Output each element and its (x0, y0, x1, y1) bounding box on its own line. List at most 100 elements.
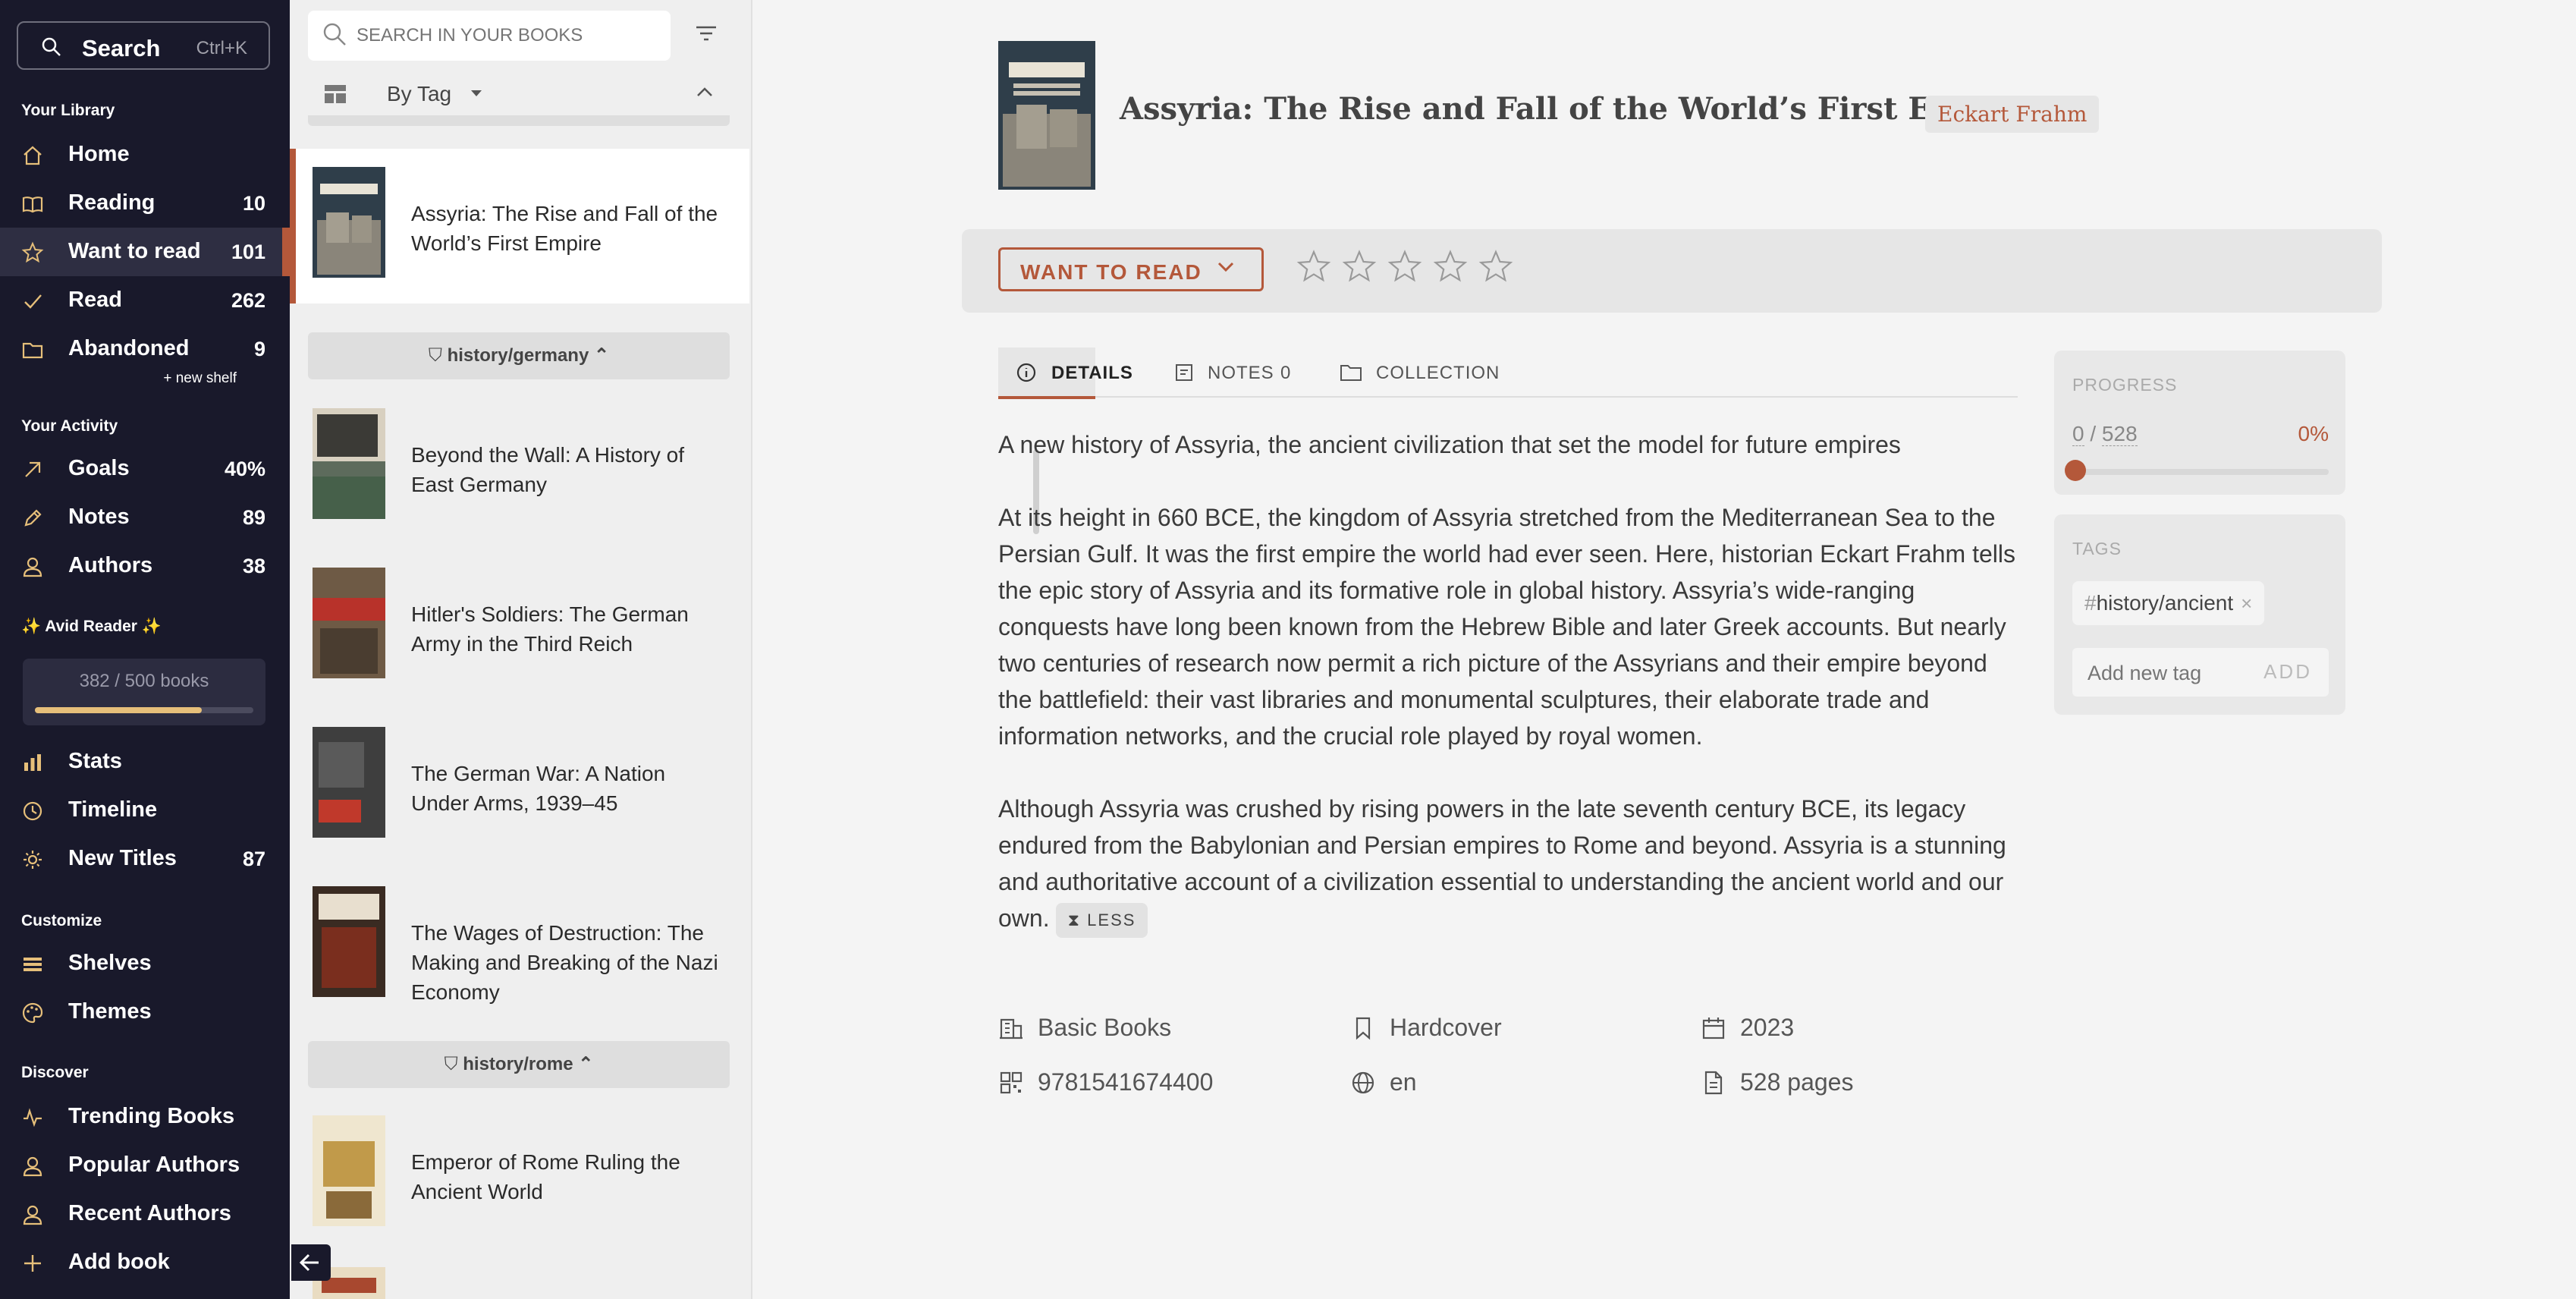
book-title-heading: Assyria: The Rise and Fall of the World’… (1120, 91, 2031, 127)
book-title: The German War: A Nation Under Arms, 193… (411, 762, 666, 815)
nav-item-trending-books[interactable]: Trending Books (0, 1093, 290, 1141)
star-icon (1342, 250, 1377, 282)
progress-value[interactable]: 0 / 528 (2072, 422, 2138, 446)
list-search-input[interactable] (355, 20, 661, 52)
layout-icon (325, 85, 346, 103)
group-header-history-rome[interactable]: ⛉︎ history/rome ⌃ (308, 1041, 730, 1088)
nav-item-timeline[interactable]: Timeline (0, 786, 290, 835)
goal-progress-fill (35, 707, 203, 713)
info-icon (1016, 363, 1036, 382)
bar-chart-icon (24, 754, 41, 771)
folder-icon (1340, 365, 1362, 381)
nav-label: Stats (68, 749, 122, 773)
pencil-icon (24, 509, 42, 527)
nav-label: Themes (68, 999, 152, 1024)
search-icon (323, 23, 346, 46)
progress-card: PROGRESS 0 / 528 0% (2054, 351, 2345, 495)
nav-label: Add book (68, 1250, 170, 1274)
group-header-history-germany[interactable]: ⛉︎ history/germany ⌃ (308, 332, 730, 379)
nav-item-read[interactable]: Read 262 (0, 276, 290, 325)
add-tag-button[interactable]: ADD (2263, 660, 2312, 684)
tab-details[interactable]: DETAILS (998, 348, 1132, 399)
progress-label: PROGRESS (2072, 375, 2178, 395)
group-name: history/germany (447, 345, 589, 366)
tag-chip[interactable]: #history/ancient × (2072, 581, 2265, 625)
book-list-panel: By Tag Assyria: The Rise and Fall of the… (290, 0, 1039, 1299)
new-tag-input[interactable] (2086, 657, 2256, 689)
nav-item-want-to-read[interactable]: Want to read 101 (0, 228, 290, 276)
author-badge[interactable]: Eckart Frahm (1925, 96, 2100, 133)
nav-count: 89 (242, 506, 265, 529)
list-item-selected[interactable]: Assyria: The Rise and Fall of the World’… (290, 149, 749, 304)
nav-item-new-titles[interactable]: New Titles 87 (0, 835, 290, 883)
nav-item-recent-authors[interactable]: Recent Authors (0, 1190, 290, 1238)
nav-item-stats[interactable]: Stats (0, 738, 290, 786)
nav-item-goals[interactable]: Goals 40% (0, 445, 290, 493)
nav-item-reading[interactable]: Reading 10 (0, 179, 290, 228)
list-item[interactable]: The German War: A Nation Under Arms, 193… (290, 709, 749, 863)
remove-tag-icon[interactable]: × (2241, 592, 2252, 615)
tab-notes[interactable]: NOTES 0 (1174, 348, 1311, 396)
nav-count: 9 (253, 338, 265, 360)
nav-label: Reading (68, 190, 156, 215)
progress-slider-handle[interactable] (2065, 460, 2086, 481)
nav-item-home[interactable]: Home (0, 131, 290, 179)
group-by-selector[interactable]: By Tag (290, 73, 749, 115)
reading-status-dropdown[interactable]: WANT TO READ (998, 247, 1264, 291)
progress-current: 0 (2072, 422, 2084, 446)
global-search-button[interactable]: Search Ctrl+K (17, 21, 270, 70)
user-icon (23, 557, 42, 577)
list-item[interactable]: The Wages of Destruction: The Making and… (290, 868, 749, 1023)
arrow-left-icon (299, 1253, 319, 1272)
nav-count: 40% (224, 458, 265, 480)
tab-collection[interactable]: COLLECTION (1340, 348, 1506, 396)
nav-item-shelves[interactable]: Shelves (0, 939, 290, 988)
chevron-up-icon[interactable] (696, 86, 713, 97)
palette-icon (22, 1002, 43, 1024)
list-item[interactable]: Emperor of Rome Ruling the Ancient World (290, 1097, 749, 1252)
nav-item-abandoned[interactable]: Abandoned 9 (0, 325, 290, 373)
book-cover-large (998, 41, 1095, 190)
nav-label: Goals (68, 456, 130, 480)
new-shelf-link[interactable]: + new shelf (163, 370, 237, 387)
star-icon (1478, 250, 1513, 282)
group-by-label: By Tag (387, 82, 452, 105)
progress-slider-track[interactable] (2072, 469, 2329, 475)
tag-name: history/ancient (2096, 591, 2234, 615)
book-title: Emperor of Rome Ruling the Ancient World (411, 1150, 680, 1203)
nav-label: Want to read (68, 239, 201, 263)
collapse-sidebar-button[interactable] (291, 1244, 331, 1281)
nav-count: 10 (242, 192, 265, 215)
new-tag-field[interactable]: ADD (2072, 648, 2329, 697)
chevron-up-icon: ⌃ (593, 345, 610, 366)
nav-item-popular-authors[interactable]: Popular Authors (0, 1141, 290, 1190)
section-your-library: Your Library (21, 102, 115, 119)
nav-item-notes[interactable]: Notes 89 (0, 493, 290, 542)
chevron-down-icon (1217, 262, 1234, 272)
list-search[interactable] (308, 11, 671, 61)
nav-item-themes[interactable]: Themes (0, 988, 290, 1036)
book-cover (313, 1115, 385, 1226)
nav-label: Recent Authors (68, 1201, 231, 1225)
reading-goal-card[interactable]: 382 / 500 books (23, 659, 265, 725)
sun-icon (24, 851, 42, 869)
list-item[interactable]: Beyond the Wall: A History of East Germa… (290, 390, 749, 545)
list-item[interactable]: Hitler's Soldiers: The German Army in th… (290, 549, 749, 704)
clock-icon (23, 801, 42, 821)
progress-total: 528 (2101, 422, 2138, 446)
filter-icon[interactable] (695, 24, 718, 42)
calendar-icon (1702, 1017, 1725, 1040)
nav-item-add-book[interactable]: Add book (0, 1238, 290, 1287)
format-value: Hardcover (1390, 1014, 1502, 1041)
rating-stars[interactable] (1296, 249, 1523, 288)
star-icon (21, 241, 44, 263)
activity-icon (24, 1108, 42, 1128)
nav-label: New Titles (68, 846, 177, 870)
user-icon (23, 1156, 42, 1177)
star-icon (1296, 250, 1331, 282)
plus-icon (24, 1255, 41, 1272)
nav-item-authors[interactable]: Authors 38 (0, 542, 290, 590)
home-icon (24, 146, 42, 165)
show-less-button[interactable]: ⧗ LESS (1055, 902, 1148, 938)
user-icon (23, 1205, 42, 1225)
